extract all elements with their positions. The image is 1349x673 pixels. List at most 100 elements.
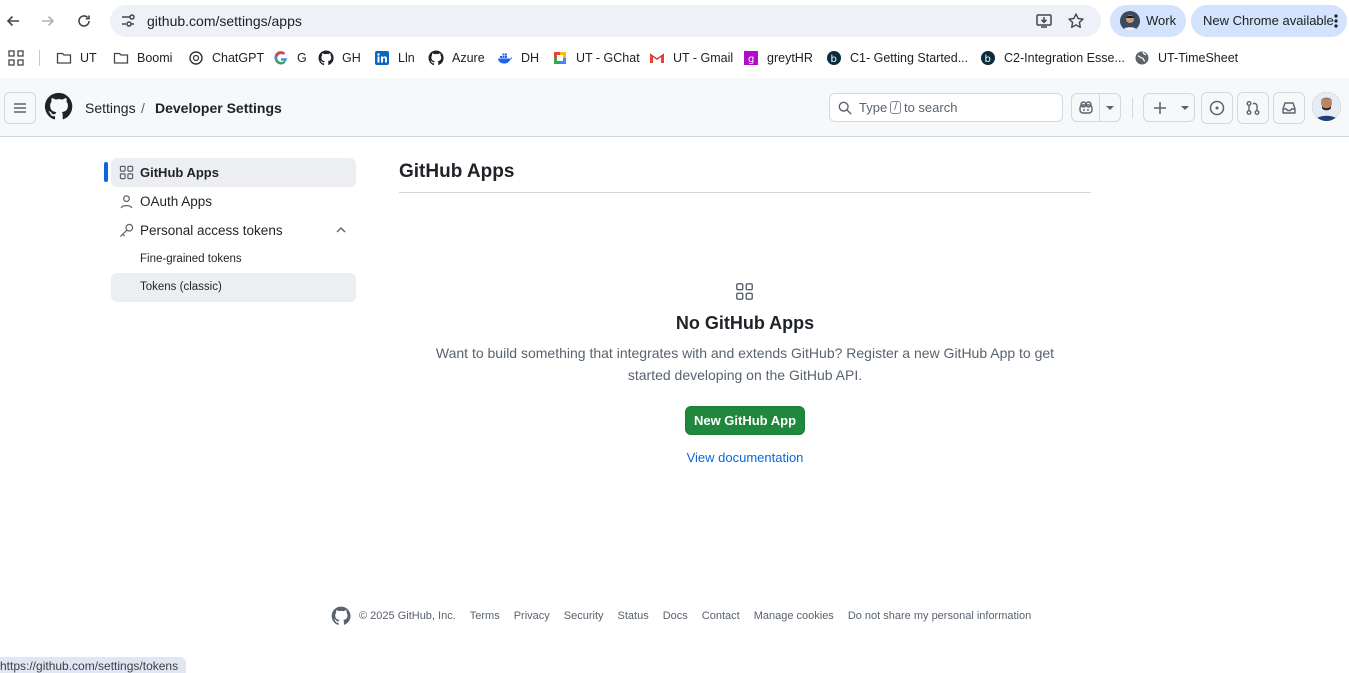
bookmark-label: C2-Integration Esse... [1004, 51, 1125, 65]
sidebar-item-personal-access-tokens[interactable]: Personal access tokens [111, 216, 356, 245]
more-vert-icon [1334, 14, 1338, 28]
forward-button[interactable] [35, 8, 61, 34]
sidebar-item-label: Tokens (classic) [140, 281, 222, 293]
sidebar-item-oauth-apps[interactable]: OAuth Apps [111, 187, 356, 216]
footer-link-security[interactable]: Security [564, 610, 604, 622]
globe-icon [1135, 51, 1149, 65]
back-button[interactable] [0, 8, 26, 34]
footer-link-manage-cookies[interactable]: Manage cookies [754, 610, 834, 622]
arrow-left-icon [6, 15, 19, 27]
bookmark-ut-timesheet[interactable]: UT-TimeSheet [1134, 49, 1238, 67]
new-github-app-button[interactable]: New GitHub App [685, 406, 805, 435]
bookmarks-bar: UT Boomi ChatGPT G GH Lln Azure DH UT - … [0, 42, 1349, 74]
footer-link-privacy[interactable]: Privacy [514, 610, 550, 622]
github-mark-icon[interactable] [331, 606, 351, 626]
sidebar-item-label: Personal access tokens [140, 223, 283, 238]
header-divider [1132, 98, 1133, 118]
footer-link-docs[interactable]: Docs [663, 610, 688, 622]
sidebar-item-label: OAuth Apps [140, 194, 213, 209]
inbox-button[interactable] [1273, 92, 1305, 124]
breadcrumb-developer-settings[interactable]: Developer Settings [155, 100, 282, 116]
gchat-icon [554, 52, 566, 64]
github-logo-icon[interactable] [44, 92, 73, 121]
triangle-down-icon [1181, 105, 1189, 110]
footer-link-contact[interactable]: Contact [702, 610, 740, 622]
bookmark-dh[interactable]: DH [497, 49, 539, 67]
pull-requests-button[interactable] [1237, 92, 1269, 124]
sidebar-item-tokens-classic[interactable]: Tokens (classic) [111, 273, 356, 302]
create-plus-part [1144, 94, 1176, 121]
folder-icon [56, 52, 72, 64]
triangle-down-icon [1106, 105, 1115, 110]
apps-grid-icon[interactable] [8, 50, 24, 66]
footer-link-terms[interactable]: Terms [470, 610, 500, 622]
create-new-button[interactable] [1143, 93, 1195, 122]
bookmark-label: ChatGPT [212, 51, 265, 65]
bookmark-ut-gmail[interactable]: UT - Gmail [649, 49, 733, 67]
user-avatar[interactable] [1312, 92, 1341, 121]
bookmark-ut-gchat[interactable]: UT - GChat [552, 49, 640, 67]
copilot-icon [1079, 100, 1093, 114]
footer-link-status[interactable]: Status [618, 610, 649, 622]
chrome-update-button[interactable]: New Chrome available [1191, 5, 1347, 37]
bookmark-gh[interactable]: GH [318, 49, 361, 67]
search-placeholder: Type / to search [859, 100, 957, 115]
gmail-icon [649, 53, 665, 63]
inbox-icon [1282, 102, 1296, 114]
bookmark-c1[interactable]: b C1- Getting Started... [826, 49, 968, 67]
linkedin-icon [375, 51, 389, 65]
view-documentation-link-text[interactable]: View documentation [687, 450, 804, 465]
bookmark-ut[interactable]: UT [56, 49, 97, 67]
breadcrumb-settings[interactable]: Settings [85, 100, 136, 116]
copilot-icon-part[interactable] [1072, 94, 1099, 121]
site-settings-icon[interactable] [119, 12, 137, 30]
hamburger-menu-button[interactable] [4, 92, 36, 124]
bookmark-label: UT [80, 51, 97, 65]
issues-button[interactable] [1201, 92, 1233, 124]
install-app-icon[interactable] [1035, 12, 1053, 30]
bookmark-lln[interactable]: Lln [374, 49, 415, 67]
profile-button[interactable]: Work [1110, 5, 1186, 37]
bookmark-label: GH [342, 51, 361, 65]
search-input[interactable]: Type / to search [829, 93, 1063, 122]
chatgpt-icon [189, 51, 203, 65]
chevron-up-icon[interactable] [335, 224, 347, 236]
sidebar-item-fine-grained-tokens[interactable]: Fine-grained tokens [111, 245, 356, 274]
search-suffix: to search [903, 100, 958, 115]
update-label: New Chrome available [1203, 13, 1334, 28]
footer-copyright: © 2025 GitHub, Inc. [359, 610, 456, 622]
bookmark-g[interactable]: G [273, 49, 307, 67]
url-text[interactable]: github.com/settings/apps [147, 13, 302, 29]
boomi-b-icon: b [827, 51, 841, 65]
google-icon [274, 51, 287, 65]
docker-icon [498, 53, 513, 64]
profile-avatar [1120, 11, 1140, 31]
sidebar-item-label: GitHub Apps [140, 165, 219, 180]
bookmark-label: DH [521, 51, 540, 65]
hamburger-icon [14, 103, 26, 113]
bookmark-boomi[interactable]: Boomi [113, 49, 172, 67]
bookmark-azure[interactable]: Azure [428, 49, 485, 67]
issue-opened-icon [1209, 100, 1225, 116]
active-nav-marker [104, 162, 108, 182]
github-icon [428, 50, 444, 66]
blankslate-description: Want to build something that integrates … [435, 345, 1055, 383]
bookmark-chatgpt[interactable]: ChatGPT [188, 49, 264, 67]
boomi-b-icon: b [981, 51, 995, 65]
sidebar-item-github-apps[interactable]: GitHub Apps [111, 158, 356, 187]
bookmark-greythr[interactable]: g greytHR [743, 49, 813, 67]
bookmark-c2[interactable]: b C2-Integration Esse... [980, 49, 1125, 67]
github-header: Settings / Developer Settings Type / to … [0, 78, 1349, 137]
bookmark-star-icon[interactable] [1067, 12, 1085, 30]
search-icon [838, 101, 852, 115]
apps-icon [736, 283, 753, 300]
copilot-button[interactable] [1071, 93, 1121, 122]
apps-icon [119, 165, 134, 180]
reload-button[interactable] [71, 8, 97, 34]
address-bar[interactable]: github.com/settings/apps [110, 5, 1101, 37]
copilot-dropdown[interactable] [1100, 94, 1120, 121]
footer-link-do-not-share[interactable]: Do not share my personal information [848, 610, 1031, 622]
view-documentation-link: View documentation [399, 450, 1091, 465]
search-shortcut-key: / [890, 101, 901, 114]
profile-label: Work [1146, 13, 1177, 28]
